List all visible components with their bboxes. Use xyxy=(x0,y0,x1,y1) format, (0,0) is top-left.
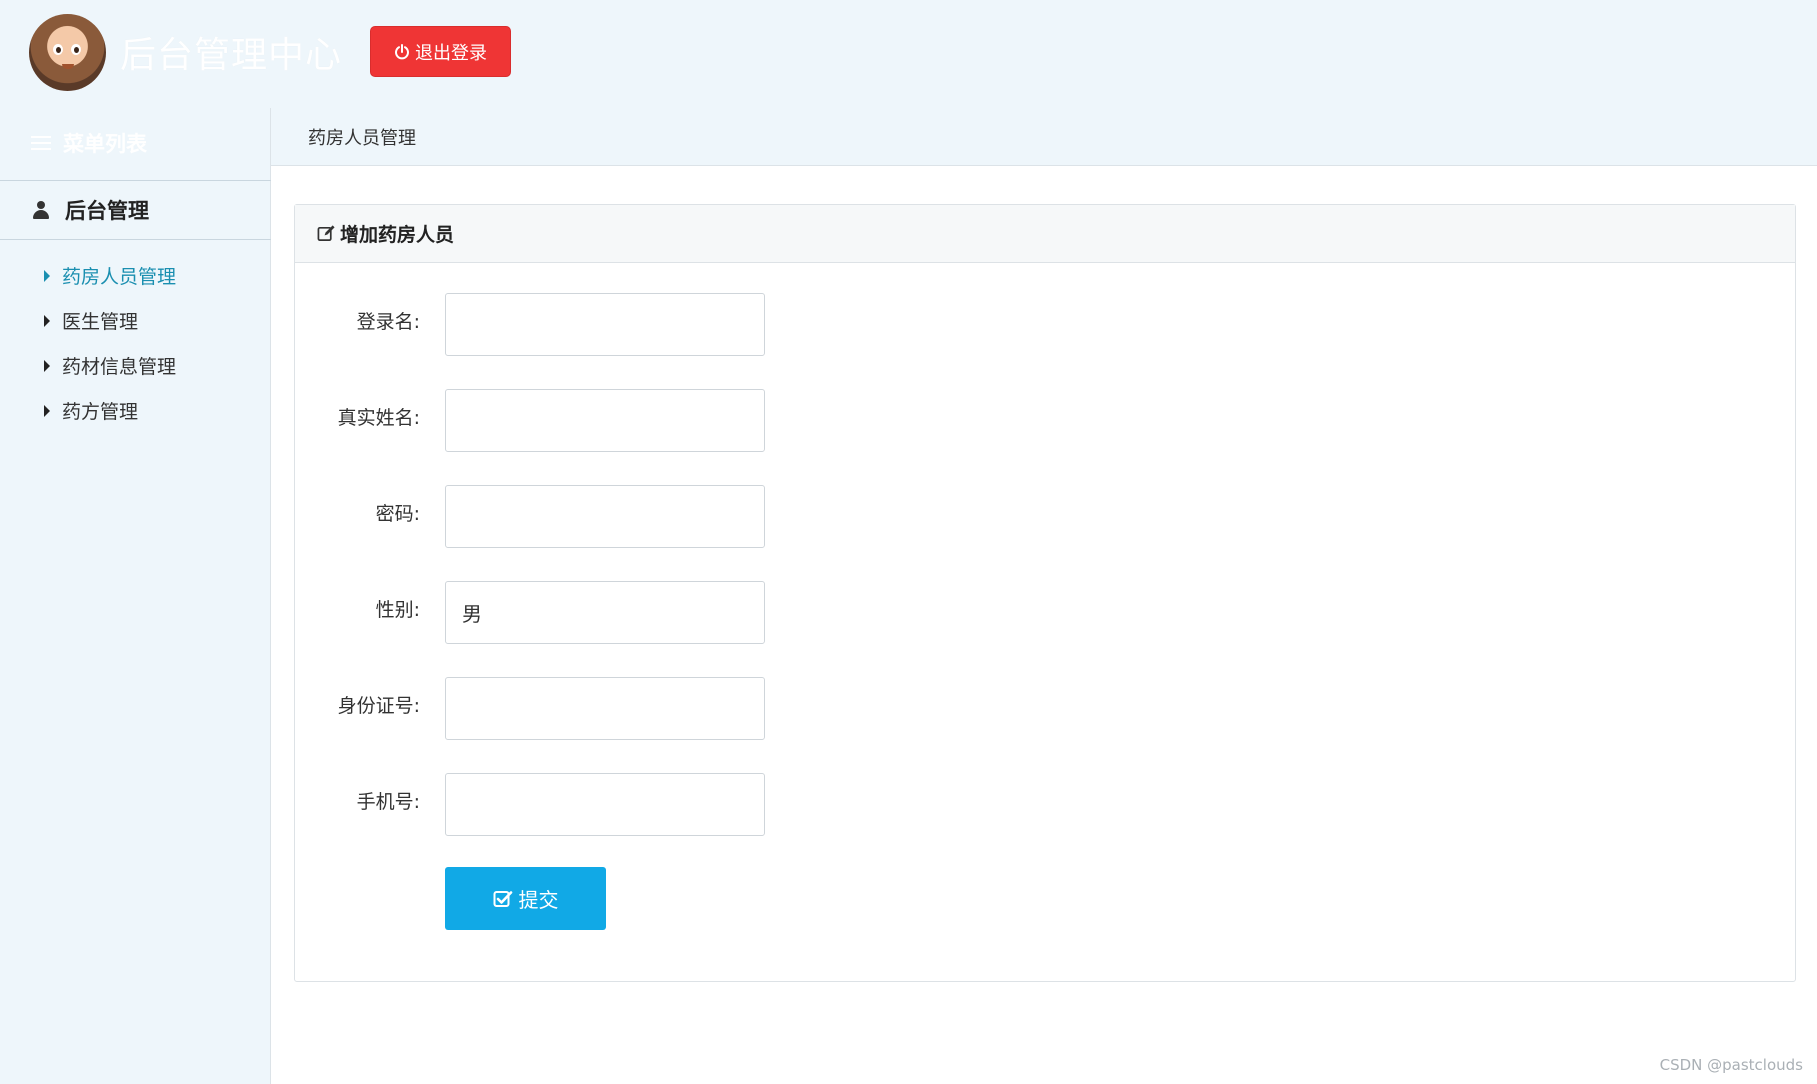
form-row-phone: 手机号: xyxy=(295,773,1795,869)
form-row-login: 登录名: xyxy=(295,293,1795,389)
header: 后台管理中心 退出登录 xyxy=(0,0,1817,108)
sidebar-item-label: 医生管理 xyxy=(62,311,139,333)
phone-input[interactable] xyxy=(445,773,765,836)
gender-label: 性别: xyxy=(375,599,420,621)
gender-input[interactable] xyxy=(445,581,765,644)
caret-right-icon xyxy=(44,404,50,417)
id-number-input[interactable] xyxy=(445,677,765,740)
sidebar-group-label: 后台管理 xyxy=(65,199,149,223)
panel-header: 增加药房人员 xyxy=(295,205,1795,263)
form-panel: 增加药房人员 登录名: 真实姓名: 密码: 性别: 身份证号: xyxy=(294,204,1796,982)
user-icon xyxy=(33,201,49,219)
id-number-label: 身份证号: xyxy=(337,695,420,717)
login-name-label: 登录名: xyxy=(356,311,420,333)
edit-icon xyxy=(317,225,335,242)
caret-right-icon xyxy=(44,314,50,327)
check-square-icon xyxy=(493,890,512,907)
real-name-input[interactable] xyxy=(445,389,765,452)
power-icon xyxy=(395,43,409,59)
app-title: 后台管理中心 xyxy=(120,35,343,76)
login-name-input[interactable] xyxy=(445,293,765,356)
menu-heading: 菜单列表 xyxy=(31,128,147,158)
avatar xyxy=(29,14,106,91)
sidebar: 菜单列表 后台管理 药房人员管理 医生管理 药材信息管理 药方管理 xyxy=(0,108,271,1084)
add-staff-form: 登录名: 真实姓名: 密码: 性别: 身份证号: 手机号: xyxy=(295,293,1795,869)
sidebar-group-admin[interactable]: 后台管理 xyxy=(0,180,271,240)
tab-pharmacy-staff[interactable]: 药房人员管理 xyxy=(308,124,416,150)
tab-bar: 药房人员管理 xyxy=(271,108,1817,166)
real-name-label: 真实姓名: xyxy=(337,407,420,429)
caret-right-icon xyxy=(44,359,50,372)
submit-label: 提交 xyxy=(518,890,559,912)
form-row-realname: 真实姓名: xyxy=(295,389,1795,485)
sidebar-item-label: 药房人员管理 xyxy=(62,266,177,288)
sidebar-item-doctors[interactable]: 医生管理 xyxy=(0,298,271,343)
panel-title: 增加药房人员 xyxy=(340,224,455,246)
logout-label: 退出登录 xyxy=(415,42,487,63)
form-row-gender: 性别: xyxy=(295,581,1795,677)
sidebar-item-label: 药材信息管理 xyxy=(62,356,177,378)
watermark: CSDN @pastclouds xyxy=(1659,1056,1803,1074)
sidebar-item-herbs[interactable]: 药材信息管理 xyxy=(0,343,271,388)
logout-button[interactable]: 退出登录 xyxy=(370,26,511,77)
main-content: 增加药房人员 登录名: 真实姓名: 密码: 性别: 身份证号: xyxy=(271,166,1817,1084)
menu-icon xyxy=(31,135,51,151)
form-row-password: 密码: xyxy=(295,485,1795,581)
form-row-idcard: 身份证号: xyxy=(295,677,1795,773)
sidebar-item-pharmacy-staff[interactable]: 药房人员管理 xyxy=(0,253,271,298)
menu-heading-label: 菜单列表 xyxy=(63,132,147,156)
sidebar-item-prescriptions[interactable]: 药方管理 xyxy=(0,388,271,433)
sidebar-nav: 药房人员管理 医生管理 药材信息管理 药方管理 xyxy=(0,253,271,433)
password-input[interactable] xyxy=(445,485,765,548)
password-label: 密码: xyxy=(375,503,420,525)
sidebar-item-label: 药方管理 xyxy=(62,401,139,423)
submit-button[interactable]: 提交 xyxy=(445,867,606,930)
phone-label: 手机号: xyxy=(356,791,420,813)
caret-right-icon xyxy=(44,269,50,282)
